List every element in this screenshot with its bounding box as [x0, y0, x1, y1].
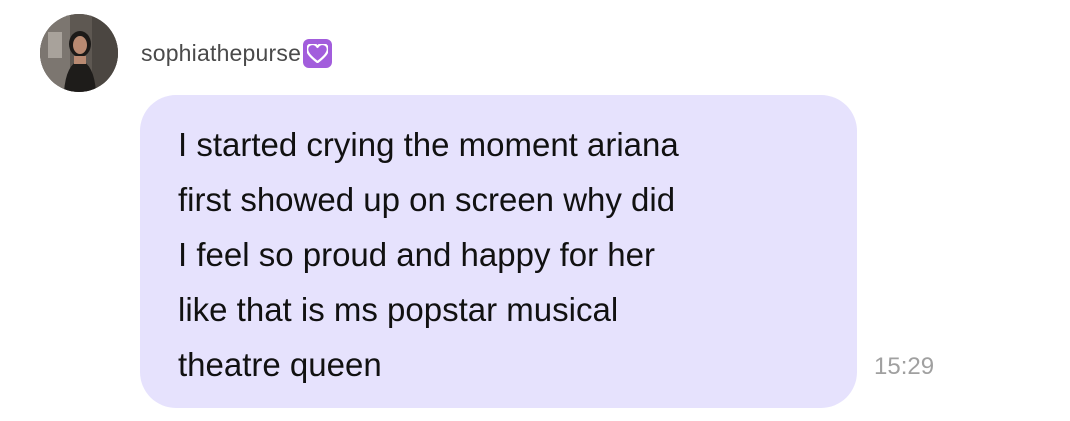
sender-username[interactable]: sophiathepurse — [141, 40, 301, 67]
message-line: I started crying the moment ariana — [178, 126, 679, 163]
message-line: like that is ms popstar musical — [178, 291, 619, 328]
sender-row: sophiathepurse — [141, 38, 333, 68]
message-bubble[interactable]: I started crying the moment ariana first… — [140, 95, 857, 408]
sender-avatar[interactable] — [40, 14, 118, 92]
message-timestamp: 15:29 — [874, 353, 935, 380]
message-line: theatre queen — [178, 346, 382, 383]
message-text: I started crying the moment ariana first… — [178, 117, 838, 392]
message-line: first showed up on screen why did — [178, 181, 676, 218]
message-line: I feel so proud and happy for her — [178, 236, 655, 273]
purple-heart-icon — [303, 38, 333, 68]
avatar-photo — [40, 14, 118, 92]
